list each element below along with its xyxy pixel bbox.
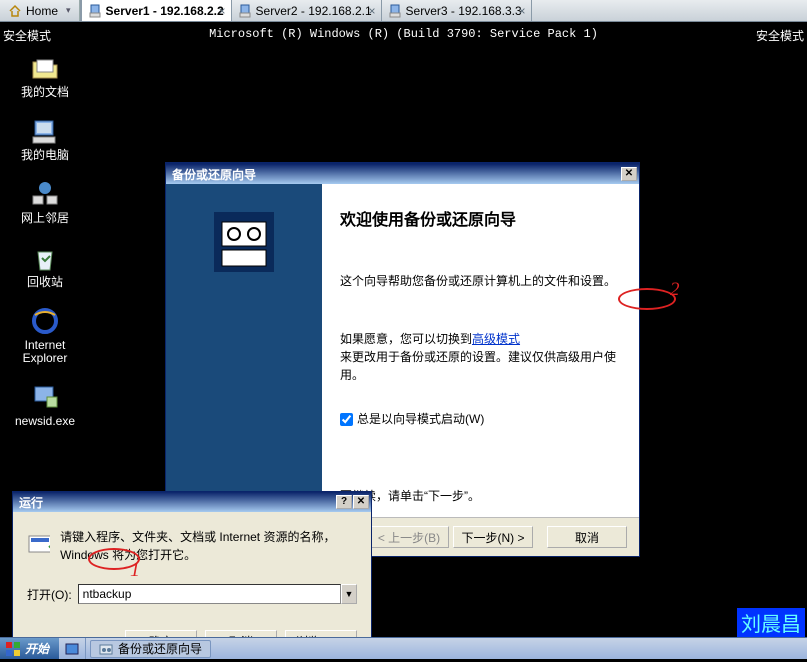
icon-label: 回收站 <box>27 276 63 289</box>
run-input[interactable] <box>78 584 341 604</box>
wizard-sidebar <box>166 184 322 517</box>
tab-label: Server2 - 192.168.2.1 <box>256 4 372 18</box>
network-icon <box>29 178 61 210</box>
backup-icon <box>99 642 113 656</box>
icon-newsid[interactable]: newsid.exe <box>10 381 80 428</box>
wizard-title-text: 备份或还原向导 <box>172 166 256 183</box>
run-icon <box>27 528 50 560</box>
back-button: < 上一步(B) <box>369 526 449 548</box>
run-title-text: 运行 <box>19 494 43 511</box>
ie-icon <box>29 305 61 337</box>
icon-mycomputer[interactable]: 我的电脑 <box>10 115 80 162</box>
tab-label: Server3 - 192.168.3.3 <box>406 4 522 18</box>
recycle-icon <box>29 242 61 274</box>
icon-label: 网上邻居 <box>21 212 69 225</box>
browser-tab-bar: Home ▾ Server1 - 192.168.2.2 × Server2 -… <box>0 0 807 22</box>
close-icon[interactable]: × <box>369 4 376 18</box>
wizard-titlebar[interactable]: 备份或还原向导 ✕ <box>166 164 639 184</box>
taskbar-button-wizard[interactable]: 备份或还原向导 <box>90 640 211 658</box>
close-icon[interactable]: × <box>219 4 226 18</box>
advanced-mode-link[interactable]: 高级模式 <box>472 332 520 346</box>
taskbar: 开始 备份或还原向导 <box>0 637 807 659</box>
icon-ie[interactable]: Internet Explorer <box>10 305 80 365</box>
close-button[interactable]: ✕ <box>353 495 369 509</box>
always-wizard-checkbox[interactable] <box>340 413 353 426</box>
start-label: 开始 <box>25 640 49 657</box>
tab-home[interactable]: Home ▾ <box>0 0 80 21</box>
icon-label: 我的文档 <box>21 86 69 99</box>
wizard-paragraph2: 如果愿意，您可以切换到高级模式来更改用于备份或还原的设置。建议仅供高级用户使用。 <box>340 330 621 384</box>
tab-server3[interactable]: Server3 - 192.168.3.3 × <box>382 0 532 21</box>
tab-home-label: Home <box>26 4 58 18</box>
run-description: 请键入程序、文件夹、文档或 Internet 资源的名称，Windows 将为您… <box>60 528 357 564</box>
run-dialog: 运行 ? ✕ 请键入程序、文件夹、文档或 Internet 资源的名称，Wind… <box>12 491 372 658</box>
server-icon <box>88 4 102 18</box>
wizard-checkbox-label[interactable]: 总是以向导模式启动(W) <box>340 412 484 426</box>
icon-label: newsid.exe <box>15 415 75 428</box>
windows-build-line: Microsoft (R) Windows (R) (Build 3790: S… <box>209 27 598 41</box>
dropdown-button[interactable]: ▼ <box>341 584 357 604</box>
computer-icon <box>29 115 61 147</box>
icon-network[interactable]: 网上邻居 <box>10 178 80 225</box>
open-label: 打开(O): <box>27 586 72 603</box>
author-watermark: 刘晨昌 <box>737 608 805 637</box>
tab-server2[interactable]: Server2 - 192.168.2.1 × <box>232 0 382 21</box>
exe-icon <box>29 381 61 413</box>
desktop: 安全模式 安全模式 安全模式 Microsoft (R) Windows (R)… <box>0 22 807 637</box>
home-icon <box>8 4 22 18</box>
wizard-heading: 欢迎使用备份或还原向导 <box>340 206 621 230</box>
dropdown-icon[interactable]: ▾ <box>66 5 71 16</box>
start-button[interactable]: 开始 <box>0 638 59 659</box>
tab-server1[interactable]: Server1 - 192.168.2.2 × <box>82 0 232 21</box>
icon-label: Internet Explorer <box>23 339 68 365</box>
icon-recycle[interactable]: 回收站 <box>10 242 80 289</box>
safe-mode-watermark: 安全模式 <box>3 27 51 44</box>
help-button[interactable]: ? <box>336 495 352 509</box>
desktop-icons: 我的文档 我的电脑 网上邻居 回收站 Internet Explorer new… <box>10 52 80 428</box>
icon-mydocs[interactable]: 我的文档 <box>10 52 80 99</box>
show-desktop-icon[interactable] <box>63 642 81 656</box>
wizard-continue-text: 要继续，请单击“下一步”。 <box>340 487 621 504</box>
taskbar-button-label: 备份或还原向导 <box>118 640 202 657</box>
quick-launch <box>59 638 86 659</box>
next-button[interactable]: 下一步(N) > <box>453 526 533 548</box>
safe-mode-watermark: 安全模式 <box>756 27 804 44</box>
close-button[interactable]: ✕ <box>621 167 637 181</box>
windows-logo-icon <box>5 641 21 657</box>
cancel-button[interactable]: 取消 <box>547 526 627 548</box>
run-titlebar[interactable]: 运行 ? ✕ <box>13 492 371 512</box>
folder-icon <box>29 52 61 84</box>
tab-label: Server1 - 192.168.2.2 <box>106 4 224 18</box>
icon-label: 我的电脑 <box>21 149 69 162</box>
server-icon <box>238 4 252 18</box>
server-icon <box>388 4 402 18</box>
wizard-paragraph1: 这个向导帮助您备份或还原计算机上的文件和设置。 <box>340 272 621 290</box>
close-icon[interactable]: × <box>519 4 526 18</box>
backup-tape-icon <box>208 206 280 278</box>
